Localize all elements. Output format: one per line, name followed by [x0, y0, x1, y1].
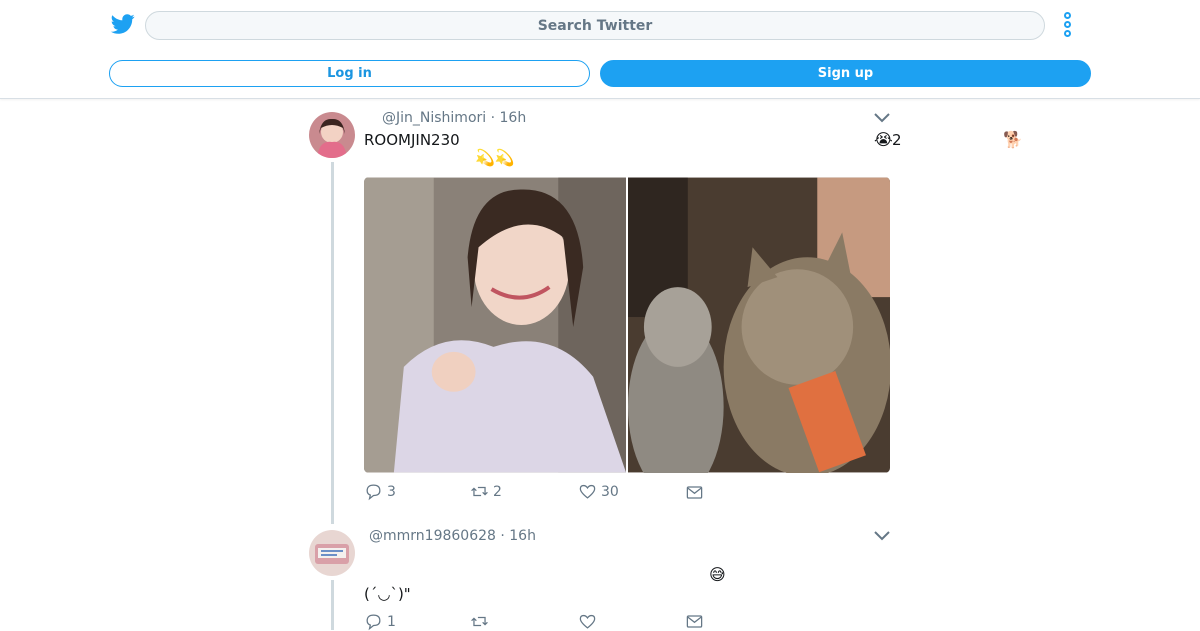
selfie-photo[interactable] [364, 177, 626, 473]
retweet-icon [471, 486, 488, 497]
tweet-meta[interactable]: @mmrn19860628 · 16h [369, 528, 536, 544]
like-button[interactable]: 30 [578, 482, 619, 501]
heart-icon [579, 484, 596, 499]
retweet-button[interactable] [470, 612, 493, 631]
message-button[interactable] [685, 483, 708, 502]
twitter-bird-icon[interactable] [110, 12, 136, 36]
sweat-smile-emoji: 😅 [709, 565, 726, 584]
avatar[interactable] [309, 112, 355, 158]
avatar[interactable] [309, 530, 355, 576]
top-bar: Search Twitter Log in Sign up [0, 0, 1200, 99]
envelope-icon [686, 615, 703, 628]
search-input[interactable]: Search Twitter [145, 11, 1045, 40]
reply-count: 3 [387, 483, 396, 500]
emoji-count: 2 [892, 131, 902, 149]
envelope-icon [686, 486, 703, 499]
signup-button[interactable]: Sign up [600, 60, 1091, 87]
reply-icon [366, 484, 381, 501]
dog-emoji: 🐕 [1003, 130, 1023, 149]
message-button[interactable] [685, 612, 708, 631]
like-button[interactable] [578, 612, 601, 631]
cat-photo[interactable] [628, 177, 890, 473]
search-placeholder: Search Twitter [537, 17, 653, 34]
thread-line [331, 162, 334, 524]
shooting-stars-emoji: 💫💫 [475, 148, 515, 167]
heart-icon [579, 614, 596, 629]
thread-line [331, 580, 334, 630]
retweet-count: 2 [493, 483, 502, 500]
tweet-text: ROOMJIN230 [364, 131, 460, 149]
reply-count: 1 [387, 613, 396, 630]
reply-button[interactable]: 1 [364, 612, 396, 631]
vertical-dots-icon[interactable] [1061, 12, 1075, 38]
tweet-media[interactable] [364, 177, 890, 473]
tweet-meta[interactable]: @Jin_Nishimori · 16h [382, 110, 526, 126]
retweet-button[interactable]: 2 [470, 482, 502, 501]
login-button[interactable]: Log in [109, 60, 590, 87]
like-count: 30 [601, 483, 619, 500]
retweet-icon [471, 616, 488, 627]
chevron-down-icon[interactable] [874, 531, 890, 541]
chevron-down-icon[interactable] [874, 113, 890, 123]
reply-button[interactable]: 3 [364, 482, 396, 501]
tweet-text: (ˊ◡ˋ)" [364, 585, 411, 603]
crying-emoji: 😭 [874, 130, 893, 149]
reply-icon [366, 614, 381, 631]
